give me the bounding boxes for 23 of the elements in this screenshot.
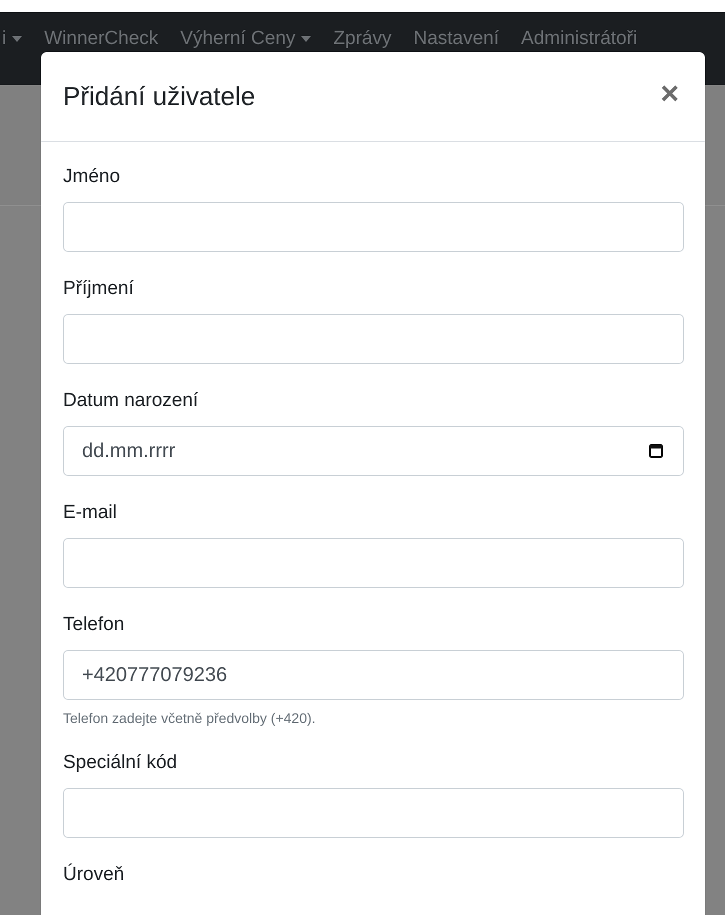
field-label: Datum narození	[63, 390, 198, 412]
field-label: E-mail	[63, 502, 117, 524]
input-field[interactable]	[63, 314, 684, 364]
nav-link[interactable]: Nastavení	[413, 28, 500, 50]
input-field[interactable]	[63, 202, 684, 252]
input-field[interactable]	[63, 788, 684, 838]
close-button[interactable]: ×	[656, 76, 683, 108]
help-text: Telefon zadejte včetně předvolby (+420).	[63, 710, 316, 726]
field-label: Speciální kód	[63, 752, 178, 774]
nav-link[interactable]: i	[2, 28, 6, 50]
nav-link[interactable]: Výherní Ceny	[180, 28, 296, 50]
input-field[interactable]	[63, 538, 684, 588]
nav-link[interactable]: WinnerCheck	[44, 28, 158, 50]
nav-link[interactable]: Zprávy	[333, 28, 392, 50]
field-label: Telefon	[63, 614, 124, 636]
calendar-icon	[649, 443, 663, 458]
field-label: Příjmení	[63, 278, 134, 300]
field-label: Jméno	[63, 166, 120, 188]
modal-title: Přidání uživatele	[63, 81, 256, 112]
field-label: Úroveň	[63, 864, 124, 886]
nav-link[interactable]: Administrátoři	[521, 28, 638, 50]
input-field[interactable]: +420777079236	[63, 650, 684, 700]
date-field[interactable]: dd.mm.rrrr	[63, 426, 684, 476]
